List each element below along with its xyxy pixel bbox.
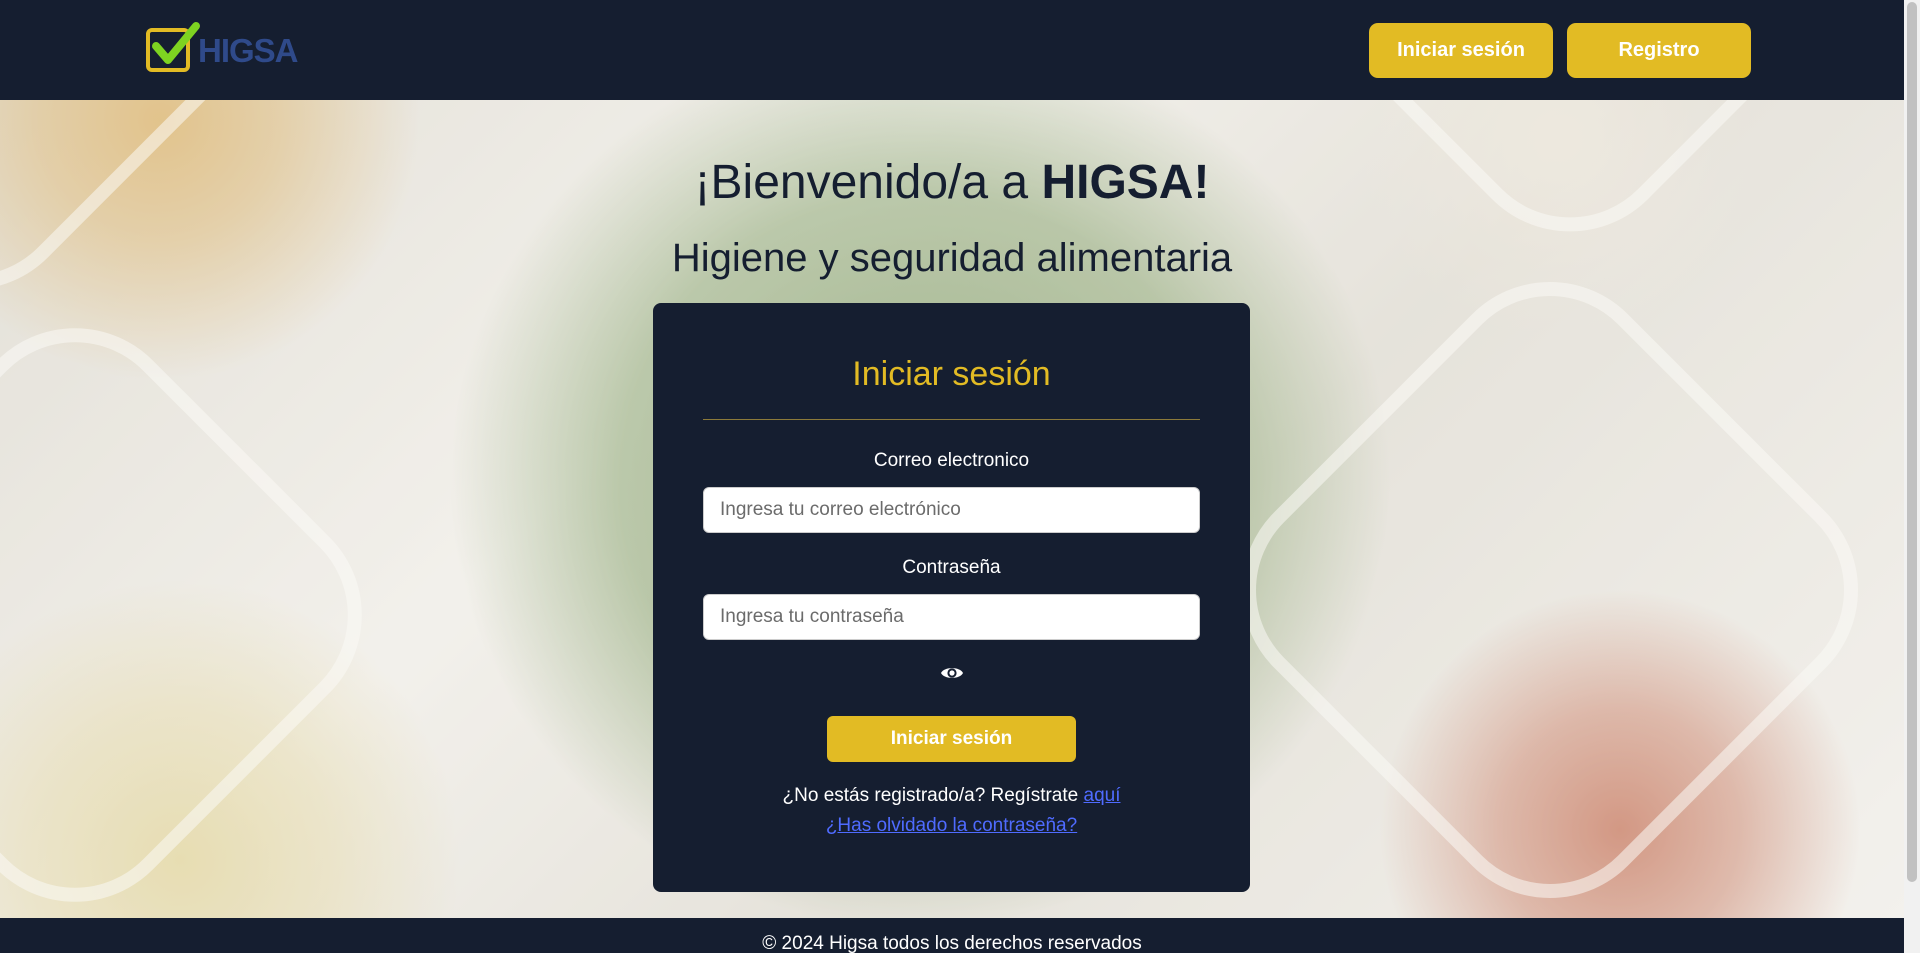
page-scrollbar[interactable]: [1904, 0, 1920, 953]
nav-register-button[interactable]: Registro: [1567, 23, 1751, 78]
login-card: Iniciar sesión Correo electronico Contra…: [653, 303, 1250, 892]
scrollbar-thumb[interactable]: [1907, 2, 1917, 882]
tagline: Higiene y seguridad alimentaria: [671, 236, 1233, 280]
footer: © 2024 Higsa todos los derechos reservad…: [0, 918, 1904, 953]
welcome-brand: HIGSA!: [1041, 156, 1210, 209]
register-prompt-text: ¿No estás registrado/a? Regístrate: [782, 785, 1084, 806]
forgot-password-link[interactable]: ¿Has olvidado la contraseña?: [826, 815, 1077, 836]
welcome-heading: ¡Bienvenido/a a HIGSA!: [0, 155, 1904, 210]
email-label: Correo electronico: [873, 450, 1030, 471]
forgot-password: ¿Has olvidado la contraseña?: [653, 815, 1250, 837]
password-field[interactable]: [703, 594, 1200, 640]
logo-text: HIGSA: [198, 32, 299, 69]
email-field[interactable]: [703, 487, 1200, 533]
footer-copyright: © 2024 Higsa todos los derechos reservad…: [762, 933, 1142, 953]
checkmark-icon: [152, 22, 200, 64]
eye-icon[interactable]: [940, 661, 964, 685]
welcome-prefix: ¡Bienvenido/a a: [694, 156, 1042, 209]
title-divider: [703, 419, 1200, 420]
top-navbar: HIGSA Iniciar sesión Registro: [0, 0, 1904, 100]
login-submit-button[interactable]: Iniciar sesión: [827, 716, 1076, 762]
register-link[interactable]: aquí: [1084, 785, 1121, 806]
login-title: Iniciar sesión: [852, 355, 1051, 393]
nav-login-button[interactable]: Iniciar sesión: [1369, 23, 1553, 78]
password-label: Contraseña: [902, 557, 1001, 578]
higsa-logo[interactable]: HIGSA: [146, 22, 299, 76]
register-prompt: ¿No estás registrado/a? Regístrate aquí: [653, 785, 1250, 807]
